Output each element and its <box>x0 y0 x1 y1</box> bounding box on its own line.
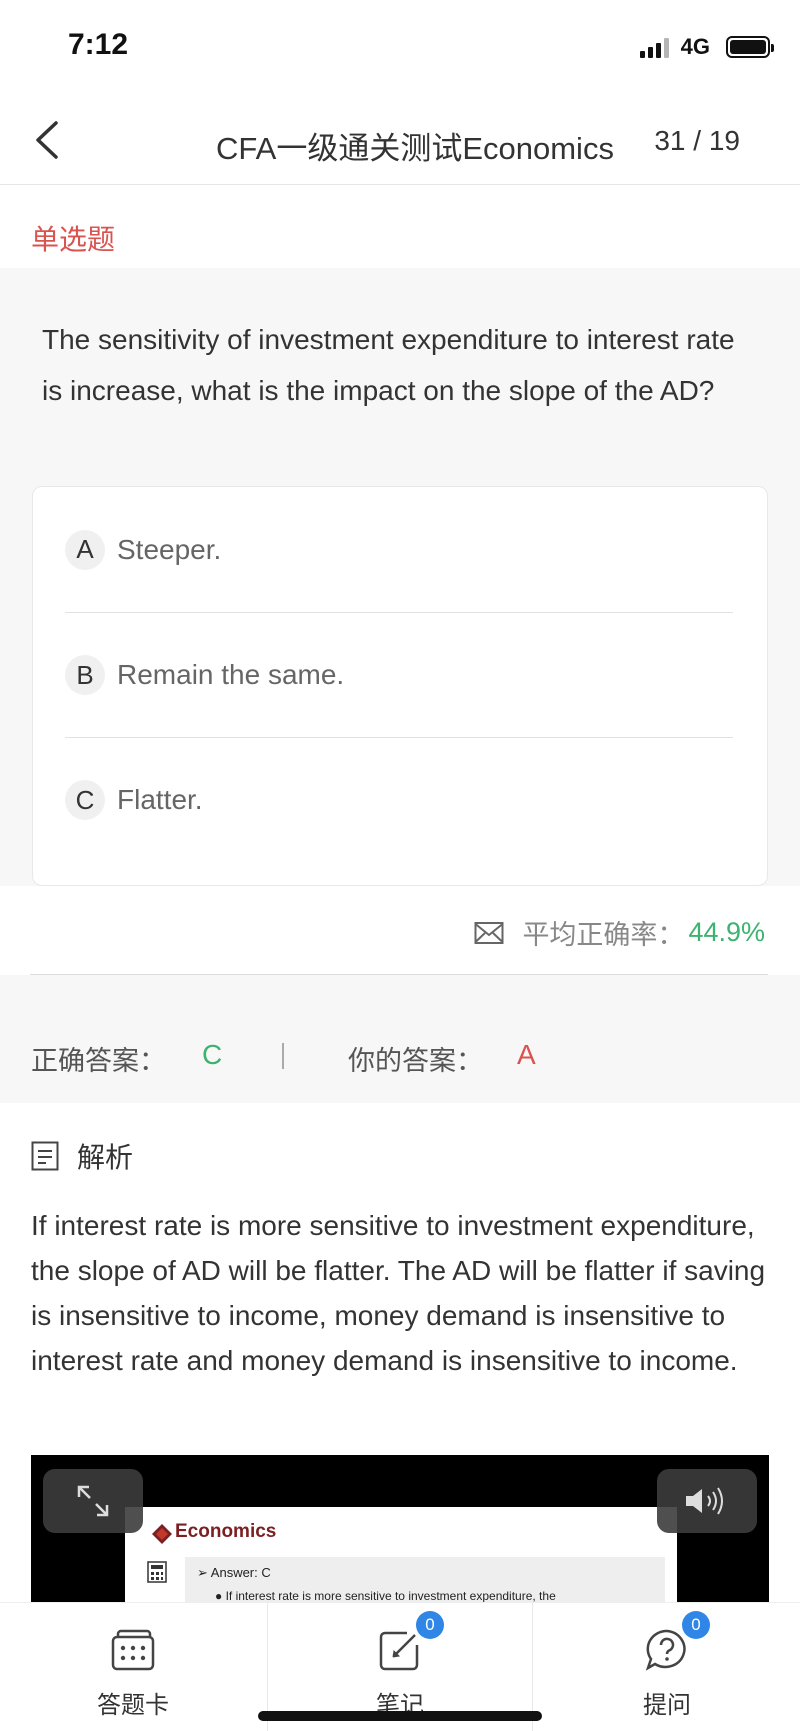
question-area: The sensitivity of investment expenditur… <box>0 268 800 886</box>
slide-bullet: ● If interest rate is more sensitive to … <box>215 1589 556 1602</box>
ask-badge: 0 <box>682 1611 710 1639</box>
network-type: 4G <box>680 34 710 59</box>
slide-answer: ➢ Answer: C <box>197 1565 271 1580</box>
note-edit-icon <box>379 1631 419 1671</box>
signal-icon <box>639 36 669 58</box>
your-answer-label: 你的答案： <box>348 1046 483 1076</box>
analysis-text: If interest rate is more sensitive to in… <box>31 1210 766 1376</box>
status-indicators: 4G <box>639 34 774 60</box>
option-a[interactable]: A Steeper. <box>65 487 733 612</box>
option-b[interactable]: B Remain the same. <box>65 612 733 737</box>
document-icon <box>31 1141 59 1171</box>
options-card: A Steeper. B Remain the same. C Flatter. <box>32 486 768 886</box>
tab-label: 答题卡 <box>97 1692 169 1719</box>
status-time: 7:12 <box>68 28 129 61</box>
home-indicator <box>258 1711 542 1721</box>
accuracy-label: 平均正确率： <box>522 920 685 950</box>
question-text: The sensitivity of investment expenditur… <box>42 324 735 406</box>
answer-card-icon <box>111 1629 155 1671</box>
separator <box>282 1043 284 1069</box>
option-text: Steeper. <box>117 533 222 565</box>
volume-icon <box>686 1487 723 1515</box>
battery-icon <box>726 36 774 58</box>
diamond-logo-icon <box>152 1524 172 1544</box>
video-player[interactable]: Economics ➢ Answer: C ● If interest rate… <box>31 1455 769 1602</box>
slide-content: ➢ Answer: C ● If interest rate is more s… <box>185 1557 665 1602</box>
answers-row: 正确答案： C 你的答案： A <box>0 975 800 1103</box>
calculator-icon <box>147 1561 167 1583</box>
accuracy-row: 平均正确率： 44.9% <box>474 913 765 952</box>
correct-answer-label: 正确答案： <box>31 1046 166 1076</box>
nav-bar: CFA一级通关测试Economics 31 / 19 <box>0 95 800 185</box>
option-text: Flatter. <box>117 784 203 815</box>
question-counter: 31 / 19 <box>654 125 740 156</box>
notes-badge: 0 <box>416 1611 444 1639</box>
tab-answer-card[interactable]: 答题卡 <box>0 1603 266 1731</box>
tab-label: 提问 <box>643 1692 691 1719</box>
option-text: Remain the same. <box>117 659 345 690</box>
accuracy-value: 44.9% <box>688 917 765 947</box>
analysis-header: 解析 <box>31 1136 133 1176</box>
option-letter: C <box>65 780 105 820</box>
your-answer-value: A <box>517 1039 536 1070</box>
option-letter: B <box>65 655 105 695</box>
question-type: 单选题 <box>31 224 116 255</box>
question-type-bar: 单选题 <box>0 205 800 267</box>
option-letter: A <box>65 529 105 570</box>
expand-button[interactable] <box>43 1469 143 1533</box>
status-bar: 7:12 4G <box>0 0 800 95</box>
video-slide: Economics ➢ Answer: C ● If interest rate… <box>125 1507 677 1602</box>
question-chat-icon <box>645 1629 686 1671</box>
slide-title: Economics <box>175 1521 277 1542</box>
volume-button[interactable] <box>657 1469 757 1533</box>
option-c[interactable]: C Flatter. <box>65 737 733 862</box>
mail-icon[interactable] <box>474 921 504 945</box>
analysis-title: 解析 <box>77 1142 134 1173</box>
expand-icon <box>77 1485 109 1517</box>
correct-answer-value: C <box>202 1039 223 1070</box>
tab-ask[interactable]: 0 提问 <box>534 1603 800 1731</box>
